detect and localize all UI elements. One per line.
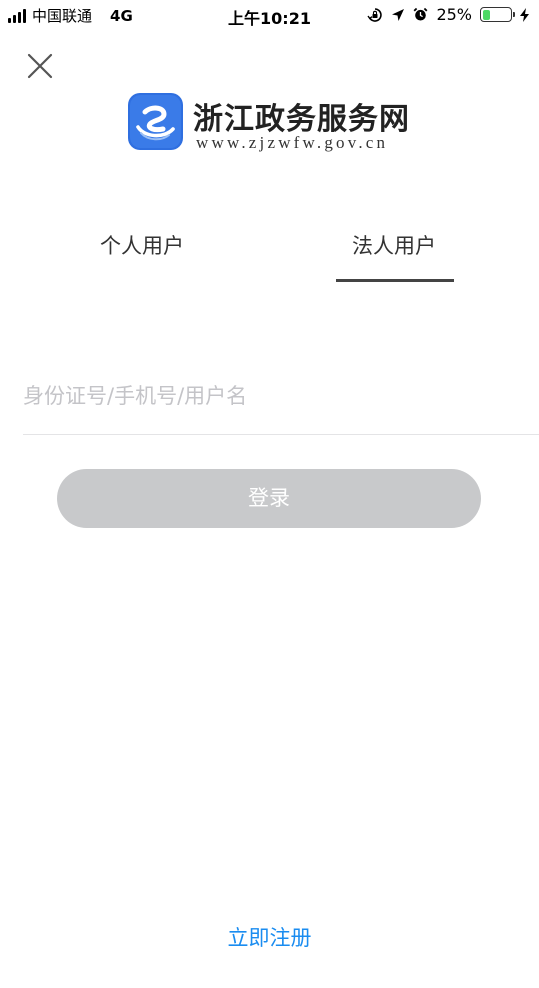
- status-right: 25%: [367, 5, 529, 24]
- zjzwfw-logo-icon: [128, 93, 183, 150]
- close-icon: [27, 53, 53, 79]
- site-title: 浙江政务服务网: [193, 102, 410, 137]
- login-button[interactable]: 登录: [57, 469, 481, 528]
- tab-corporate-user[interactable]: 法人用户: [334, 230, 454, 260]
- rotation-lock-icon: [367, 7, 383, 22]
- close-button[interactable]: [24, 50, 56, 82]
- status-bar: 中国联通 4G 上午10:21 25%: [0, 0, 539, 32]
- input-divider: [23, 434, 539, 435]
- account-input[interactable]: [23, 366, 539, 426]
- tab-personal-user[interactable]: 个人用户: [82, 230, 202, 260]
- battery-icon: [480, 7, 515, 22]
- location-arrow-icon: [392, 8, 405, 21]
- register-link[interactable]: 立即注册: [0, 922, 539, 952]
- site-url: www.zjzwfw.gov.cn: [196, 133, 389, 152]
- active-tab-indicator: [336, 279, 454, 282]
- battery-percent: 25%: [436, 5, 472, 24]
- battery-level: [482, 9, 490, 20]
- charging-icon: [520, 7, 529, 22]
- alarm-icon: [414, 7, 428, 21]
